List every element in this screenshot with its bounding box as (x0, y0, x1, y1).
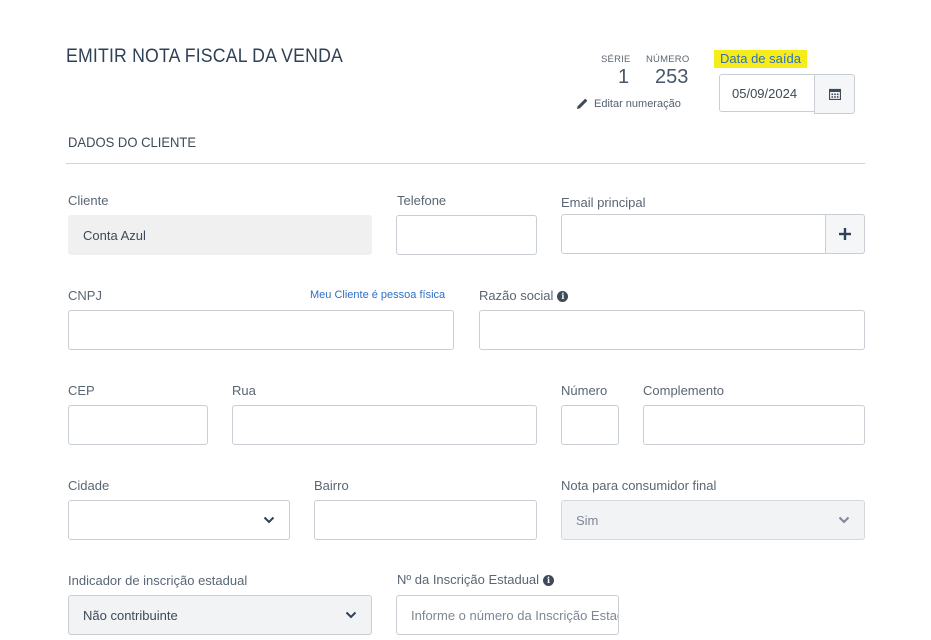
inscricao-estadual-placeholder: Informe o número da Inscrição Estadual (411, 608, 618, 623)
calendar-button[interactable] (814, 74, 855, 114)
calendar-icon (828, 88, 841, 100)
bairro-field[interactable] (314, 500, 537, 540)
section-title: DADOS DO CLIENTE (68, 134, 197, 150)
telefone-label: Telefone (397, 193, 447, 208)
cnpj-label: CNPJ (68, 288, 102, 303)
edit-numbering-label: Editar numeração (594, 97, 681, 110)
serie-label: SÉRIE (601, 54, 631, 65)
indicador-ie-select[interactable]: Não contribuinte (68, 595, 372, 635)
info-icon[interactable]: i (557, 291, 569, 302)
inscricao-estadual-label: Nº da Inscrição Estadual (397, 572, 540, 587)
cep-label: CEP (68, 383, 95, 398)
numero-field[interactable] (561, 405, 619, 445)
cidade-label: Cidade (68, 478, 110, 493)
edit-numbering-link[interactable]: Editar numeração (576, 97, 681, 110)
numero-field-label: Número (561, 383, 608, 398)
email-label: Email principal (561, 195, 646, 210)
plus-icon (839, 228, 851, 240)
cidade-select[interactable] (68, 500, 290, 540)
cep-field[interactable] (68, 405, 208, 445)
chevron-down-icon (263, 516, 275, 524)
numero-value: 253 (655, 66, 689, 88)
serie-value: 1 (618, 66, 630, 88)
cliente-field[interactable]: Conta Azul (68, 215, 372, 255)
cliente-value: Conta Azul (83, 228, 146, 243)
chevron-down-icon (838, 516, 850, 524)
add-email-button[interactable] (825, 214, 865, 254)
razao-social-label-wrap: Razão social i (479, 288, 569, 303)
pencil-icon (577, 98, 588, 109)
email-field[interactable] (561, 214, 826, 254)
section-divider (66, 163, 865, 164)
page-title: EMITIR NOTA FISCAL DA VENDA (66, 46, 343, 67)
complemento-label: Complemento (643, 383, 724, 398)
bairro-label: Bairro (314, 478, 349, 493)
rua-label: Rua (232, 383, 256, 398)
consumidor-final-value: Sim (576, 513, 599, 528)
razao-social-label: Razão social (479, 288, 554, 303)
inscricao-estadual-label-wrap: Nº da Inscrição Estadual i (397, 572, 555, 587)
inscricao-estadual-field[interactable]: Informe o número da Inscrição Estadual (396, 595, 619, 635)
indicador-ie-label: Indicador de inscrição estadual (68, 573, 248, 588)
telefone-field[interactable] (396, 215, 537, 255)
consumidor-final-select[interactable]: Sim (561, 500, 865, 540)
complemento-field[interactable] (643, 405, 865, 445)
numero-label: NÚMERO (646, 54, 690, 65)
chevron-down-icon (345, 611, 357, 619)
date-label: Data de saída (714, 50, 807, 68)
indicador-ie-value: Não contribuinte (83, 608, 178, 623)
date-input[interactable]: 05/09/2024 (719, 74, 815, 112)
cnpj-field[interactable] (68, 310, 454, 350)
razao-social-field[interactable] (479, 310, 865, 350)
pessoa-fisica-link[interactable]: Meu Cliente é pessoa física (310, 289, 445, 301)
cliente-label: Cliente (68, 193, 109, 208)
info-icon[interactable]: i (543, 575, 555, 586)
rua-field[interactable] (232, 405, 537, 445)
consumidor-final-label: Nota para consumidor final (561, 478, 717, 493)
